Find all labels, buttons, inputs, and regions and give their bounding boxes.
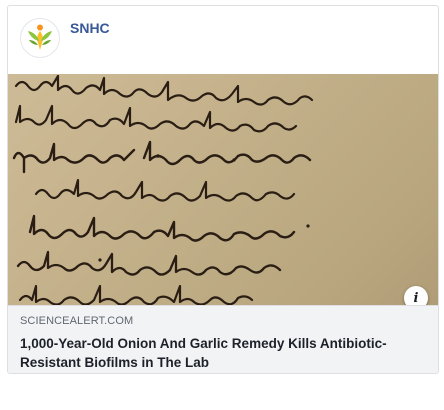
link-domain: SCIENCEALERT.COM <box>20 315 134 327</box>
avatar[interactable] <box>20 18 60 58</box>
post-card: SNHC i SCIENCEALERT.COM 1,000-Year-Old O… <box>7 5 439 374</box>
info-icon[interactable]: i <box>404 286 428 305</box>
manuscript-image[interactable]: i <box>8 74 438 305</box>
link-preview[interactable]: i SCIENCEALERT.COM 1,000-Year-Old Onion … <box>8 74 438 373</box>
snhc-logo-icon <box>28 24 52 50</box>
post-header: SNHC <box>8 6 438 74</box>
link-title[interactable]: 1,000-Year-Old Onion And Garlic Remedy K… <box>20 334 426 372</box>
manuscript-script <box>12 74 314 305</box>
page-name[interactable]: SNHC <box>70 20 110 36</box>
link-meta: SCIENCEALERT.COM 1,000-Year-Old Onion An… <box>8 305 438 373</box>
